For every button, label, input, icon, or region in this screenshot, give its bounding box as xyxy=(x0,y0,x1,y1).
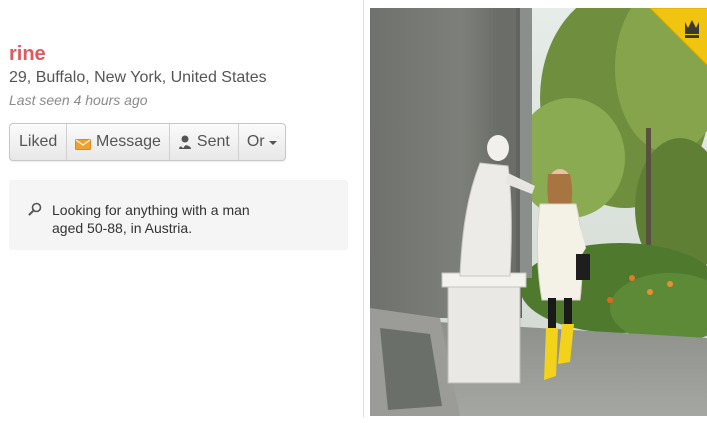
chevron-down-icon xyxy=(268,141,277,145)
message-button[interactable]: Message xyxy=(67,124,170,160)
looking-for-box: Looking for anything with a man aged 50-… xyxy=(9,180,348,250)
sent-label: Sent xyxy=(196,133,230,150)
profile-location: 29, Buffalo, New York, United States xyxy=(9,69,267,86)
liked-button[interactable]: Liked xyxy=(10,124,67,160)
liked-label: Liked xyxy=(19,133,58,150)
profile-info-panel: rine 29, Buffalo, New York, United State… xyxy=(0,0,360,415)
last-seen-status: Last seen 4 hours ago xyxy=(9,92,148,108)
more-options-button[interactable]: Or xyxy=(239,124,285,160)
profile-photo[interactable] xyxy=(370,8,707,416)
action-button-group: Liked Message Sent Or xyxy=(9,123,286,161)
premium-badge[interactable] xyxy=(649,8,707,66)
profile-page: rine 29, Buffalo, New York, United State… xyxy=(0,0,707,423)
message-label: Message xyxy=(96,133,161,150)
person-check-icon xyxy=(178,134,192,150)
more-label: Or xyxy=(246,133,265,150)
profile-photo-frame xyxy=(363,0,707,418)
looking-for-text: Looking for anything with a man aged 50-… xyxy=(52,202,250,236)
envelope-icon xyxy=(75,137,91,150)
profile-name[interactable]: rine xyxy=(9,42,46,66)
search-icon xyxy=(28,202,42,216)
sent-button[interactable]: Sent xyxy=(170,124,239,160)
